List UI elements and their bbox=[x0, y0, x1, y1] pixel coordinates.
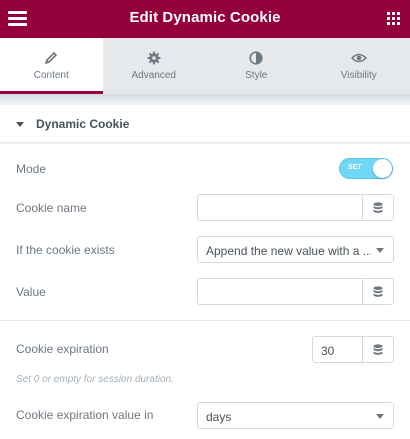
cookie-exists-label: If the cookie exists bbox=[16, 243, 115, 257]
database-icon bbox=[373, 285, 383, 297]
tab-label: Content bbox=[33, 70, 69, 81]
cookie-name-label: Cookie name bbox=[16, 201, 87, 215]
chevron-down-icon bbox=[376, 248, 384, 253]
section-toggle-dynamic-cookie[interactable]: Dynamic Cookie bbox=[0, 105, 410, 143]
tab-advanced[interactable]: Advanced bbox=[103, 38, 206, 94]
tab-visibility[interactable]: Visibility bbox=[308, 38, 410, 94]
expiration-unit-select[interactable]: days bbox=[197, 402, 394, 429]
pencil-icon bbox=[44, 51, 58, 65]
section-title: Dynamic Cookie bbox=[36, 117, 130, 131]
switch-knob bbox=[373, 159, 392, 178]
tab-content[interactable]: Content bbox=[0, 38, 103, 94]
value-label: Value bbox=[16, 285, 46, 299]
caret-down-icon bbox=[16, 122, 24, 127]
gear-icon bbox=[147, 51, 161, 65]
database-icon bbox=[373, 201, 383, 213]
controls-panel: Mode SET Cookie name If the cookie exist… bbox=[0, 144, 410, 439]
tab-style[interactable]: Style bbox=[205, 38, 308, 94]
mode-label: Mode bbox=[16, 162, 47, 176]
dynamic-tags-button[interactable] bbox=[362, 279, 393, 304]
grid-icon[interactable] bbox=[387, 12, 400, 25]
chevron-down-icon bbox=[376, 414, 384, 419]
expiration-value: 30 bbox=[321, 344, 335, 358]
mode-switch-text: SET bbox=[348, 164, 362, 171]
dynamic-tags-button[interactable] bbox=[362, 195, 393, 220]
half-circle-icon bbox=[249, 51, 263, 65]
eye-icon bbox=[350, 53, 367, 63]
dynamic-tags-button[interactable] bbox=[362, 337, 393, 362]
expiration-label: Cookie expiration bbox=[16, 342, 109, 356]
expiration-unit-label: Cookie expiration value in bbox=[16, 408, 154, 422]
panel-header: Edit Dynamic Cookie bbox=[0, 0, 410, 38]
cookie-name-input[interactable] bbox=[197, 194, 394, 221]
expiration-input[interactable]: 30 bbox=[312, 336, 394, 363]
tab-bar: Content Advanced Style Visibility bbox=[0, 38, 410, 94]
mode-switch[interactable]: SET bbox=[339, 158, 393, 179]
value-input[interactable] bbox=[197, 278, 394, 305]
cookie-exists-select[interactable]: Append the new value with a ... bbox=[197, 236, 394, 263]
panel-title: Edit Dynamic Cookie bbox=[129, 9, 281, 26]
tab-label: Visibility bbox=[340, 70, 377, 81]
cookie-exists-value: Append the new value with a ... bbox=[206, 244, 371, 258]
database-icon bbox=[373, 343, 383, 355]
section-gap bbox=[0, 94, 410, 103]
expiration-help-text: Set 0 or empty for session duration. bbox=[16, 374, 174, 385]
tab-label: Advanced bbox=[131, 70, 176, 81]
section-divider bbox=[0, 320, 410, 321]
tab-label: Style bbox=[245, 70, 268, 81]
expiration-unit-value: days bbox=[206, 410, 232, 424]
